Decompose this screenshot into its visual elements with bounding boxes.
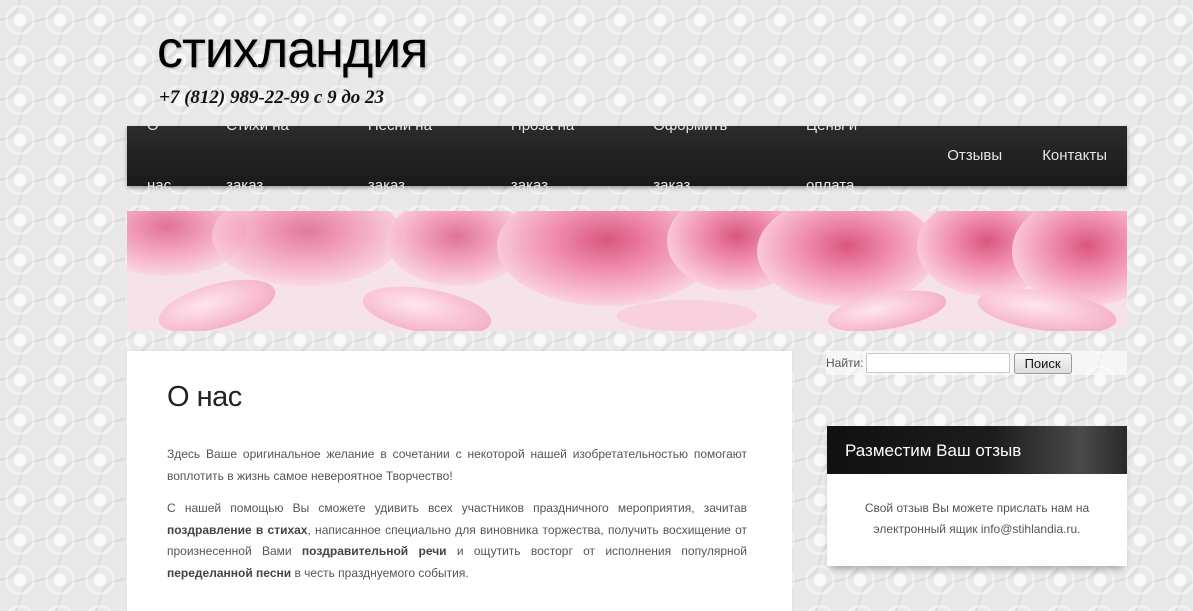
services-paragraph: С нашей помощью Вы сможете удивить всех …: [167, 498, 747, 584]
nav-item-about[interactable]: О нас: [127, 96, 206, 216]
nav-item-reviews[interactable]: Отзывы: [927, 126, 1022, 186]
nav-item-poems[interactable]: Стихи на заказ: [206, 96, 348, 216]
bold-phrase-song: переделанной песни: [167, 565, 292, 580]
page-title: О нас: [167, 381, 242, 413]
text-segment: С нашей помощью Вы сможете удивить всех …: [167, 501, 747, 515]
nav-item-prose[interactable]: Проза на заказ: [491, 96, 633, 216]
widget-title: Разместим Ваш отзыв: [827, 426, 1127, 474]
nav-item-contacts[interactable]: Контакты: [1022, 126, 1127, 186]
site-title[interactable]: стихландия: [157, 24, 428, 76]
nav-item-songs[interactable]: Песни на заказ: [348, 96, 491, 216]
text-segment: и ощутить восторг от исполнения популярн…: [446, 544, 747, 558]
search-input[interactable]: [865, 353, 1010, 373]
intro-paragraph: Здесь Ваше оригинальное желание в сочета…: [167, 447, 747, 483]
nav-item-prices[interactable]: Цены и оплата: [786, 96, 927, 216]
widget-text: Свой отзыв Вы можете прислать нам на эле…: [864, 501, 1090, 536]
review-widget: Разместим Ваш отзыв Свой отзыв Вы можете…: [827, 426, 1127, 566]
nav-item-order[interactable]: Оформить заказ: [633, 96, 786, 216]
bold-phrase-poems: поздравление в стихах: [167, 522, 308, 537]
search-button[interactable]: Поиск: [1013, 352, 1072, 374]
search-form: Найти: Поиск: [826, 351, 1127, 375]
roses-image: [127, 211, 1127, 331]
header-banner: [127, 211, 1127, 331]
bold-phrase-speech: поздравительной речи: [301, 544, 447, 558]
main-content: О нас Здесь Ваше оригинальное желание в …: [127, 351, 792, 611]
text-segment: в честь празднуемого события.: [291, 565, 469, 580]
main-nav: О нас Стихи на заказ Песни на заказ Проз…: [127, 117, 1127, 194]
search-label: Найти:: [826, 356, 864, 370]
